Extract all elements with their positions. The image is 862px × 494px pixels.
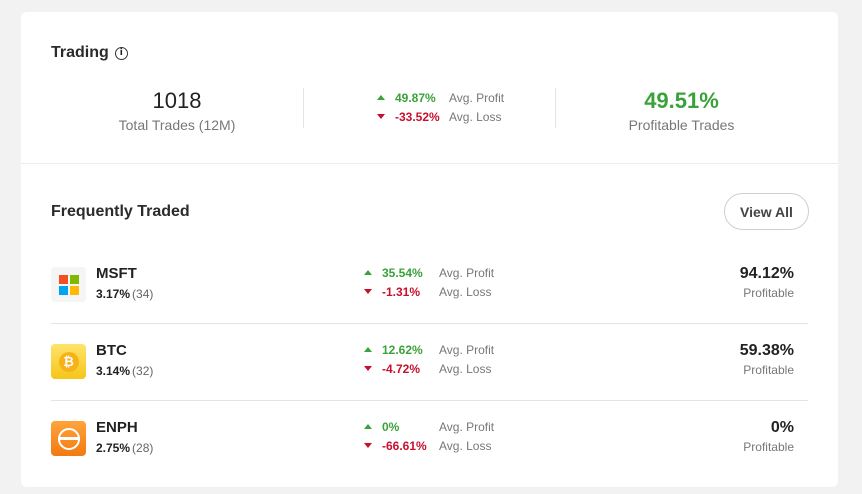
avg-loss-label: Avg. Loss: [439, 284, 492, 299]
arrow-down-icon: [364, 366, 372, 371]
avg-profit-value: 35.54%: [382, 265, 423, 280]
avg-loss-value: -4.72%: [382, 361, 421, 376]
list-item[interactable]: MSFT 3.17% (34) 35.54% Avg. Profit -1.31%…: [51, 247, 808, 324]
profitable-trades-label: Profitable Trades: [628, 117, 735, 133]
arrow-up-icon: [364, 424, 372, 429]
avg-profit-value: 49.87%: [395, 90, 436, 105]
avg-profit-label: Avg. Profit: [449, 90, 505, 105]
profitable-value: 59.38%: [739, 342, 794, 359]
weight: 2.75% (28): [96, 441, 153, 455]
avg-loss-label: Avg. Loss: [439, 438, 492, 453]
profitable-value: 0%: [770, 419, 794, 436]
trade-count: (28): [132, 441, 154, 455]
avg-loss-value: -33.52%: [395, 109, 440, 124]
asset-profitable: 94.12% Profitable: [740, 265, 794, 300]
frequently-traded-title: Frequently Traded: [51, 203, 190, 220]
view-all-button[interactable]: View All: [724, 193, 809, 230]
profitable-trades-stat: 49.51% Profitable Trades: [555, 88, 808, 152]
weight-pct: 2.75%: [96, 441, 131, 455]
avg-profit-row: 0% Avg. Profit: [364, 417, 494, 436]
ticker: MSFT: [96, 265, 137, 282]
asset-profit-loss: 35.54% Avg. Profit -1.31% Avg. Loss: [364, 263, 494, 301]
avg-profit-loss-stat: 49.87% Avg. Profit -33.52% Avg. Loss: [303, 88, 555, 152]
arrow-up-icon: [377, 95, 385, 100]
trading-header: Trading i: [51, 44, 128, 62]
total-trades-label: Total Trades (12M): [118, 117, 236, 133]
profitable-value: 94.12%: [739, 265, 794, 282]
section-divider: [21, 163, 838, 164]
arrow-down-icon: [364, 443, 372, 448]
trading-card: Trading i 1018 Total Trades (12M) 49.87%…: [21, 12, 838, 487]
asset-profit-loss: 12.62% Avg. Profit -4.72% Avg. Loss: [364, 340, 494, 378]
total-trades-value: 1018: [152, 88, 202, 113]
arrow-up-icon: [364, 270, 372, 275]
avg-profit-label: Avg. Profit: [439, 342, 495, 357]
asset-profitable: 0% Profitable: [743, 419, 794, 454]
trade-count: (34): [132, 287, 154, 301]
trade-count: (32): [132, 364, 154, 378]
weight-pct: 3.17%: [96, 287, 131, 301]
avg-loss-row: -33.52% Avg. Loss: [377, 107, 555, 126]
avg-loss-label: Avg. Loss: [439, 361, 492, 376]
ticker: ENPH: [96, 419, 138, 436]
avg-loss-label: Avg. Loss: [449, 109, 502, 124]
avg-loss-value: -1.31%: [382, 284, 421, 299]
asset-profit-loss: 0% Avg. Profit -66.61% Avg. Loss: [364, 417, 494, 455]
avg-loss-row: -1.31% Avg. Loss: [364, 282, 494, 301]
weight: 3.17% (34): [96, 287, 153, 301]
profitable-label: Profitable: [743, 363, 794, 377]
avg-profit-row: 49.87% Avg. Profit: [377, 88, 555, 107]
bitcoin-logo-icon: ₿: [51, 344, 86, 379]
list-item[interactable]: ENPH 2.75% (28) 0% Avg. Profit -66.61% Av…: [51, 401, 808, 478]
avg-profit-label: Avg. Profit: [439, 265, 495, 280]
avg-profit-label: Avg. Profit: [439, 419, 495, 434]
avg-loss-row: -4.72% Avg. Loss: [364, 359, 494, 378]
avg-profit-value: 12.62%: [382, 342, 423, 357]
avg-profit-value: 0%: [382, 419, 400, 434]
asset-profitable: 59.38% Profitable: [740, 342, 794, 377]
avg-profit-row: 35.54% Avg. Profit: [364, 263, 494, 282]
weight-pct: 3.14%: [96, 364, 131, 378]
avg-loss-row: -66.61% Avg. Loss: [364, 436, 494, 455]
ticker: BTC: [96, 342, 127, 359]
avg-loss-value: -66.61%: [382, 438, 427, 453]
trading-stats: 1018 Total Trades (12M) 49.87% Avg. Prof…: [51, 88, 808, 152]
weight: 3.14% (32): [96, 364, 153, 378]
profitable-trades-value: 49.51%: [644, 88, 719, 113]
arrow-up-icon: [364, 347, 372, 352]
total-trades-stat: 1018 Total Trades (12M): [51, 88, 303, 152]
microsoft-logo-icon: [51, 267, 86, 302]
profitable-label: Profitable: [743, 440, 794, 454]
profitable-label: Profitable: [743, 286, 794, 300]
trading-title: Trading: [51, 44, 109, 61]
arrow-down-icon: [364, 289, 372, 294]
arrow-down-icon: [377, 114, 385, 119]
enphase-logo-icon: [51, 421, 86, 456]
info-icon[interactable]: i: [114, 46, 128, 60]
avg-profit-row: 12.62% Avg. Profit: [364, 340, 494, 359]
list-item[interactable]: ₿ BTC 3.14% (32) 12.62% Avg. Profit -4.72…: [51, 324, 808, 401]
